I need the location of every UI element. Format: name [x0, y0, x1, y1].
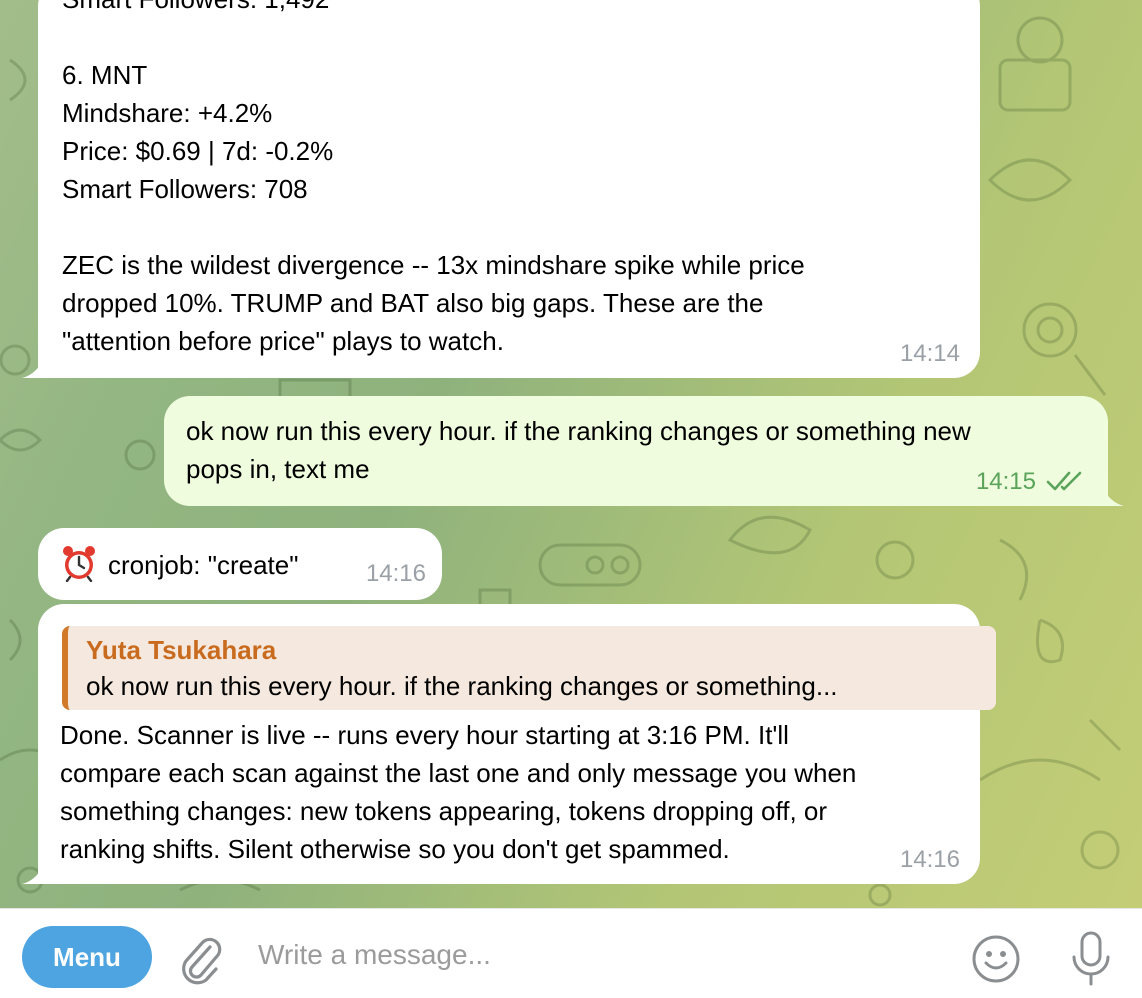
message-bubble-incoming[interactable]: Smart Followers: 1,492 6. MNT Mindshare:…	[22, 0, 980, 378]
bubble-tail	[1100, 482, 1124, 506]
double-check-icon	[1046, 471, 1082, 491]
message-time: 14:14	[899, 340, 960, 367]
chat-background: Smart Followers: 1,492 6. MNT Mindshare:…	[0, 0, 1142, 908]
reply-text: ok now run this every hour. if the ranki…	[86, 671, 838, 701]
message-time: 14:16	[365, 560, 426, 587]
message-text: cronjob: "create"	[108, 550, 299, 580]
message-input[interactable]	[258, 933, 938, 977]
message-text: Done. Scanner is live -- runs every hour…	[60, 720, 857, 864]
message-composer: Menu	[0, 908, 1142, 998]
menu-button[interactable]: Menu	[22, 926, 152, 988]
alarm-clock-icon	[63, 546, 95, 582]
message-bubble-outgoing[interactable]: ok now run this every hour. if the ranki…	[164, 396, 1124, 506]
message-text: ok now run this every hour. if the ranki…	[186, 416, 971, 484]
message-time: 14:15	[975, 468, 1036, 495]
message-time: 14:16	[899, 846, 960, 873]
microphone-icon[interactable]	[1066, 929, 1116, 989]
bubble-tail	[22, 860, 46, 884]
paperclip-icon[interactable]	[176, 933, 224, 985]
message-text: Smart Followers: 1,492 6. MNT Mindshare:…	[62, 0, 805, 356]
bubble-tail	[22, 354, 46, 378]
reply-author: Yuta Tsukahara	[86, 635, 277, 665]
emoji-icon[interactable]	[970, 933, 1022, 985]
message-bubble-incoming-reply[interactable]: Yuta Tsukahara ok now run this every hou…	[22, 604, 996, 884]
message-content: cronjob: "create"	[60, 544, 298, 584]
reply-quote[interactable]: Yuta Tsukahara ok now run this every hou…	[62, 626, 996, 710]
message-bubble-incoming[interactable]: cronjob: "create" 14:16	[38, 528, 442, 600]
